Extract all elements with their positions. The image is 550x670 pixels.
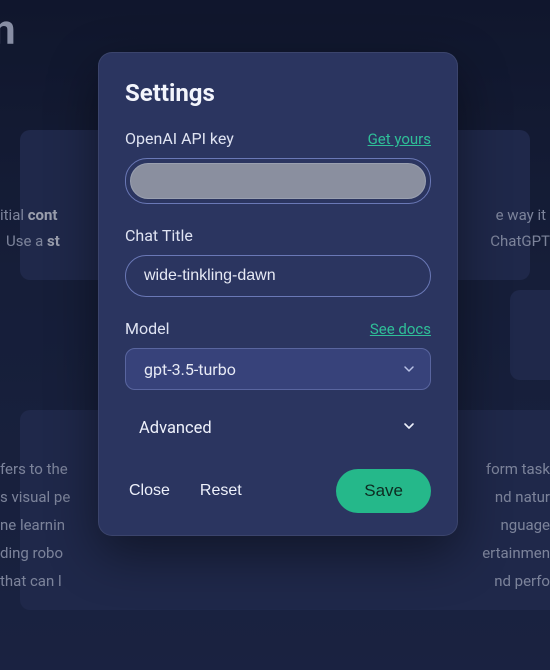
close-button[interactable]: Close xyxy=(125,476,174,506)
model-select[interactable]: gpt-3.5-turbo xyxy=(125,348,431,390)
field-chat-title: Chat Title xyxy=(125,226,431,297)
chat-title-input[interactable] xyxy=(125,255,431,297)
see-docs-link[interactable]: See docs xyxy=(370,320,431,338)
save-button[interactable]: Save xyxy=(336,469,431,513)
advanced-label: Advanced xyxy=(139,419,212,438)
modal-title: Settings xyxy=(125,79,431,107)
modal-footer: Close Reset Save xyxy=(125,469,431,513)
model-label: Model xyxy=(125,319,170,338)
reset-button[interactable]: Reset xyxy=(196,476,246,506)
get-yours-link[interactable]: Get yours xyxy=(368,130,431,148)
advanced-toggle[interactable]: Advanced xyxy=(125,412,431,445)
model-selected-value: gpt-3.5-turbo xyxy=(144,360,236,379)
field-model: Model See docs gpt-3.5-turbo xyxy=(125,319,431,390)
field-api-key: OpenAI API key Get yours xyxy=(125,129,431,204)
chevron-down-icon xyxy=(401,418,417,439)
settings-modal: Settings OpenAI API key Get yours Chat T… xyxy=(98,52,458,536)
api-key-input-wrap xyxy=(125,158,431,204)
chat-title-label: Chat Title xyxy=(125,226,193,245)
api-key-label: OpenAI API key xyxy=(125,129,234,148)
api-key-input[interactable] xyxy=(130,163,426,199)
